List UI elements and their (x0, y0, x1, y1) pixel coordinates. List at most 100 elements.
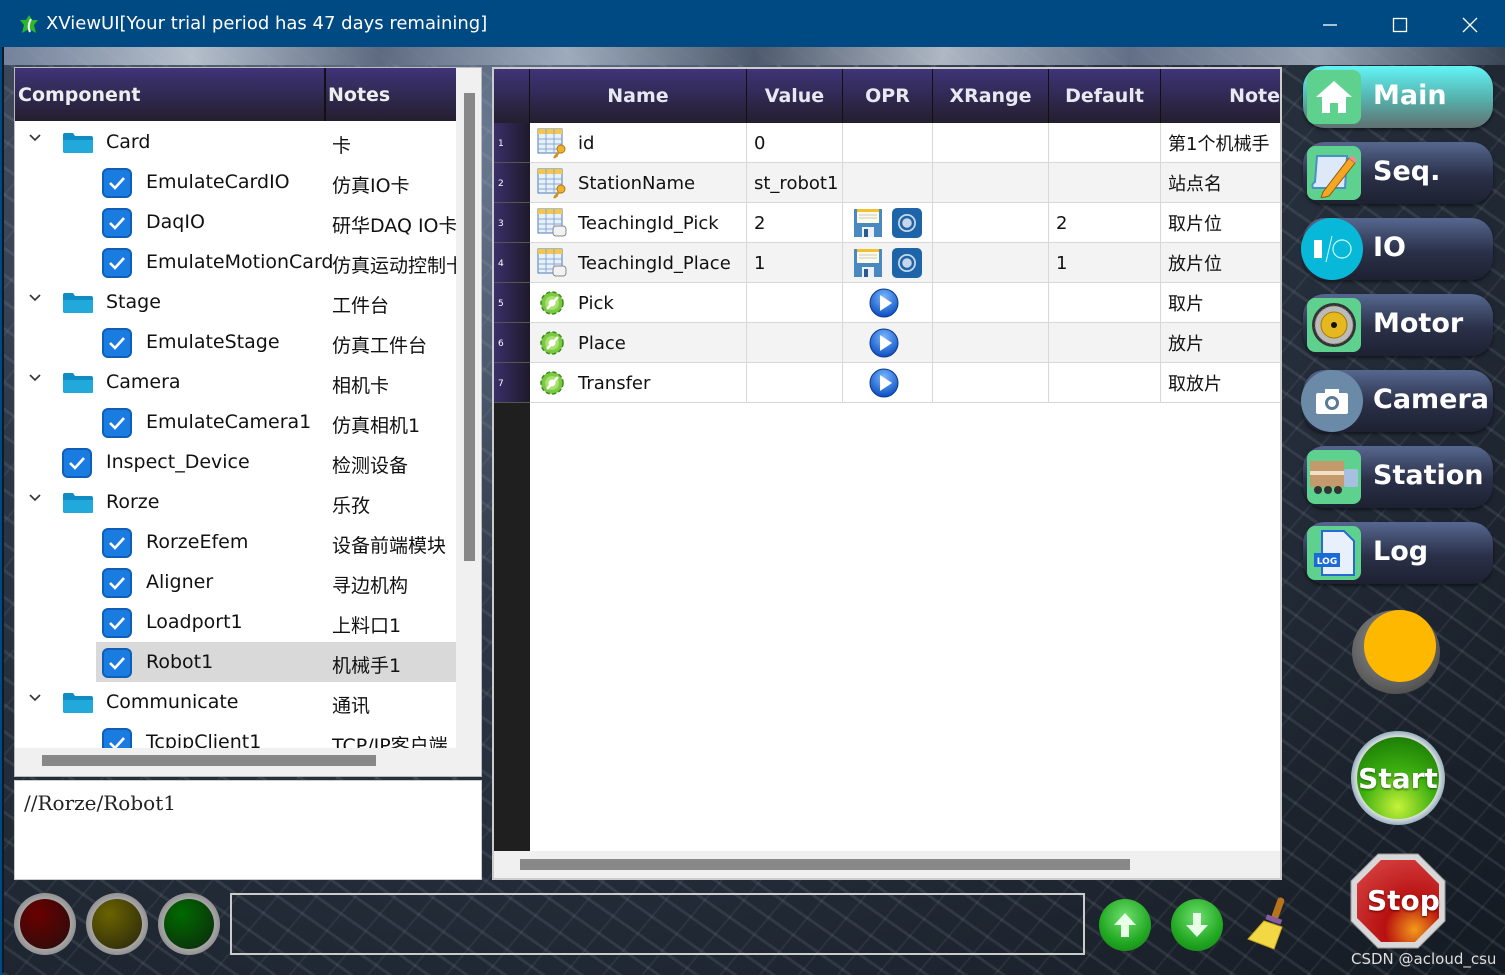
checkbox[interactable] (102, 608, 132, 638)
move-down-button[interactable] (1171, 899, 1223, 951)
grid-row[interactable]: 6 Place 放片 (494, 323, 1280, 363)
cell-xrange[interactable] (933, 243, 1049, 283)
cell-xrange[interactable] (933, 363, 1049, 403)
cell-name[interactable]: TeachingId_Place (530, 243, 747, 283)
checkbox[interactable] (102, 208, 132, 238)
cell-xrange[interactable] (933, 163, 1049, 203)
tree-item-row[interactable]: Aligner 寻边机构 (15, 562, 456, 602)
grid-horizontal-scrollbar[interactable] (494, 851, 1280, 878)
cell-default[interactable]: 1 (1049, 243, 1161, 283)
tree-vertical-scrollbar[interactable] (456, 68, 481, 748)
move-up-button[interactable] (1099, 899, 1151, 951)
tree-folder-row[interactable]: Stage 工件台 (15, 282, 456, 322)
nav-button-main[interactable]: Main (1303, 66, 1493, 128)
grid-row[interactable]: 4 TeachingId_Place 1 1 放片位 (494, 243, 1280, 283)
expand-chevron-icon[interactable] (28, 370, 46, 388)
cell-value[interactable]: 1 (747, 243, 843, 283)
column-header-default[interactable]: Default (1049, 69, 1161, 123)
maximize-button[interactable] (1365, 2, 1435, 47)
nav-button-io[interactable]: IO (1301, 218, 1493, 280)
checkbox[interactable] (102, 568, 132, 598)
cell-default[interactable]: 2 (1049, 203, 1161, 243)
cell-default[interactable] (1049, 163, 1161, 203)
grid-header: Name Value OPR XRange Default Note (494, 69, 1280, 123)
checkbox[interactable] (102, 528, 132, 558)
grid-row[interactable]: 7 Transfer 取放片 (494, 363, 1280, 403)
tree-item-row[interactable]: EmulateCardIO 仿真IO卡 (15, 162, 456, 202)
checkbox[interactable] (102, 248, 132, 278)
column-header-component[interactable]: Component (18, 84, 140, 106)
nav-button-camera[interactable]: Camera (1301, 370, 1493, 432)
checkbox[interactable] (102, 728, 132, 748)
cell-default[interactable] (1049, 283, 1161, 323)
cell-name[interactable]: Pick (530, 283, 747, 323)
cell-name[interactable]: TeachingId_Pick (530, 203, 747, 243)
nav-button-motor[interactable]: Motor (1303, 294, 1493, 356)
minimize-button[interactable] (1295, 2, 1365, 47)
column-header-value[interactable]: Value (747, 69, 843, 123)
cell-name[interactable]: id (530, 123, 747, 163)
refresh-button[interactable] (891, 207, 923, 239)
cell-value[interactable]: 0 (747, 123, 843, 163)
cell-default[interactable] (1049, 323, 1161, 363)
column-header-note[interactable]: Note (1161, 69, 1280, 123)
cell-default[interactable] (1049, 123, 1161, 163)
start-button[interactable]: Start (1351, 731, 1445, 825)
cell-name[interactable]: Transfer (530, 363, 747, 403)
expand-chevron-icon[interactable] (28, 490, 46, 508)
cell-xrange[interactable] (933, 323, 1049, 363)
tree-item-row[interactable]: Robot1 机械手1 (96, 642, 456, 682)
tree-folder-row[interactable]: Rorze 乐孜 (15, 482, 456, 522)
cell-name[interactable]: StationName (530, 163, 747, 203)
tree-item-row[interactable]: EmulateStage 仿真工件台 (15, 322, 456, 362)
grid-row[interactable]: 2 StationName st_robot1 站点名 (494, 163, 1280, 203)
nav-button-seq[interactable]: Seq. (1303, 142, 1493, 204)
save-button[interactable] (853, 208, 883, 238)
cell-xrange[interactable] (933, 123, 1049, 163)
nav-button-log[interactable]: LOG Log (1303, 522, 1493, 584)
column-header-name[interactable]: Name (530, 69, 747, 123)
grid-row[interactable]: 1 id 0 第1个机械手 (494, 123, 1280, 163)
cell-value[interactable] (747, 363, 843, 403)
cell-value[interactable] (747, 323, 843, 363)
tree-item-row[interactable]: EmulateMotionCard 仿真运动控制卡 (15, 242, 456, 282)
clear-broom-button[interactable] (1244, 895, 1290, 951)
column-header-notes[interactable]: Notes (328, 84, 390, 106)
tree-item-row[interactable]: DaqIO 研华DAQ IO卡 (15, 202, 456, 242)
checkbox[interactable] (62, 448, 92, 478)
grid-row[interactable]: 3 TeachingId_Pick 2 2 取片位 (494, 203, 1280, 243)
tree-folder-row[interactable]: Card 卡 (15, 122, 456, 162)
tree-item-row[interactable]: TcpipClient1 TCP/IP客户端 (15, 722, 456, 748)
expand-chevron-icon[interactable] (28, 130, 46, 148)
checkbox[interactable] (102, 648, 132, 678)
run-button[interactable] (868, 367, 900, 399)
cell-value[interactable]: 2 (747, 203, 843, 243)
column-header-xrange[interactable]: XRange (933, 69, 1049, 123)
run-button[interactable] (868, 287, 900, 319)
grid-row[interactable]: 5 Pick 取片 (494, 283, 1280, 323)
tree-folder-row[interactable]: Camera 相机卡 (15, 362, 456, 402)
tree-folder-row[interactable]: Communicate 通讯 (15, 682, 456, 722)
tree-item-row[interactable]: RorzeEfem 设备前端模块 (15, 522, 456, 562)
tree-item-row[interactable]: Loadport1 上料口1 (15, 602, 456, 642)
cell-default[interactable] (1049, 363, 1161, 403)
tree-horizontal-scrollbar[interactable] (15, 748, 481, 776)
tree-item-row[interactable]: EmulateCamera1 仿真相机1 (15, 402, 456, 442)
checkbox[interactable] (102, 328, 132, 358)
column-header-opr[interactable]: OPR (843, 69, 933, 123)
cell-value[interactable]: st_robot1 (747, 163, 843, 203)
cell-xrange[interactable] (933, 203, 1049, 243)
close-button[interactable] (1435, 2, 1505, 47)
refresh-button[interactable] (891, 247, 923, 279)
save-button[interactable] (853, 248, 883, 278)
checkbox[interactable] (102, 168, 132, 198)
checkbox[interactable] (102, 408, 132, 438)
expand-chevron-icon[interactable] (28, 690, 46, 708)
cell-xrange[interactable] (933, 283, 1049, 323)
cell-name[interactable]: Place (530, 323, 747, 363)
run-button[interactable] (868, 327, 900, 359)
nav-button-station[interactable]: Station (1303, 446, 1493, 508)
tree-item-row[interactable]: Inspect_Device 检测设备 (15, 442, 456, 482)
expand-chevron-icon[interactable] (28, 290, 46, 308)
cell-value[interactable] (747, 283, 843, 323)
